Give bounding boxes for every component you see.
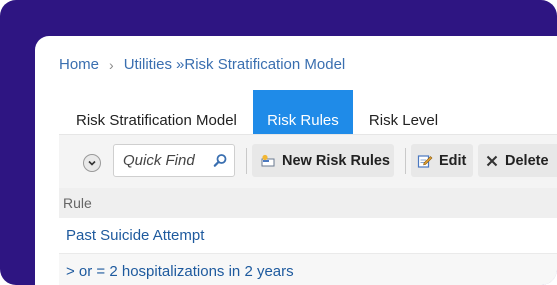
quick-find-search <box>113 144 235 177</box>
new-risk-rules-button[interactable]: New Risk Rules <box>252 144 394 177</box>
edit-icon <box>417 153 433 169</box>
table-row[interactable]: > or = 2 hospitalizations in 2 years <box>59 254 557 285</box>
search-icon[interactable] <box>213 153 228 173</box>
tab-risk-rules[interactable]: Risk Rules <box>252 90 353 134</box>
grid-toolbar: New Risk Rules Edit Delete <box>59 134 557 189</box>
new-record-icon <box>260 154 276 168</box>
edit-label: Edit <box>439 152 467 169</box>
column-header-rule[interactable]: Rule <box>59 188 557 218</box>
window-frame: Home › Utilities » Risk Stratification M… <box>0 0 557 285</box>
breadcrumb-home[interactable]: Home <box>59 56 99 73</box>
tab-bar: Risk Stratification Model Risk Rules Ris… <box>65 90 448 134</box>
breadcrumb-utilities[interactable]: Utilities <box>124 56 172 73</box>
breadcrumb: Home › Utilities » Risk Stratification M… <box>59 56 345 73</box>
chevron-down-icon[interactable] <box>83 154 101 172</box>
delete-label: Delete <box>505 152 549 169</box>
delete-button[interactable]: Delete <box>478 144 557 177</box>
breadcrumb-separator: » <box>176 56 185 73</box>
chevron-right-icon: › <box>109 56 114 73</box>
search-input[interactable] <box>114 145 206 176</box>
toolbar-divider <box>405 148 406 174</box>
tab-risk-stratification-model[interactable]: Risk Stratification Model <box>65 90 253 134</box>
delete-icon <box>485 154 499 168</box>
edit-button[interactable]: Edit <box>411 144 473 177</box>
breadcrumb-current[interactable]: Risk Stratification Model <box>184 56 345 73</box>
main-panel: Home › Utilities » Risk Stratification M… <box>35 36 557 285</box>
new-risk-rules-label: New Risk Rules <box>282 152 390 169</box>
toolbar-divider <box>246 148 247 174</box>
tab-risk-level[interactable]: Risk Level <box>353 90 448 134</box>
table-row[interactable]: Past Suicide Attempt <box>59 218 557 254</box>
